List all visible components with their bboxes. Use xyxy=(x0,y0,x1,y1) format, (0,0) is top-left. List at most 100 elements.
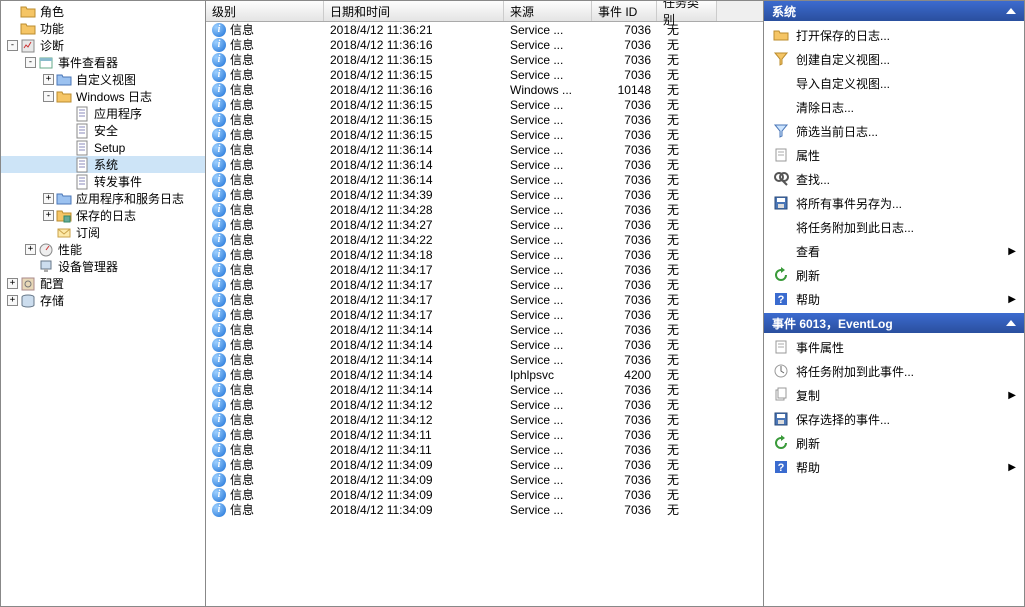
table-row[interactable]: i信息2018/4/12 11:36:16Service ...7036无 xyxy=(206,37,763,52)
table-row[interactable]: i信息2018/4/12 11:34:11Service ...7036无 xyxy=(206,427,763,442)
action-查找...[interactable]: 查找... xyxy=(764,167,1024,191)
tree-node-诊断[interactable]: -诊断 xyxy=(1,37,205,54)
tree-node-系统[interactable]: 系统 xyxy=(1,156,205,173)
table-row[interactable]: i信息2018/4/12 11:34:14Iphlpsvc4200无 xyxy=(206,367,763,382)
action-将所有事件另存为...[interactable]: 将所有事件另存为... xyxy=(764,191,1024,215)
tree-node-事件查看器[interactable]: -事件查看器 xyxy=(1,54,205,71)
action-刷新[interactable]: 刷新 xyxy=(764,263,1024,287)
table-row[interactable]: i信息2018/4/12 11:36:14Service ...7036无 xyxy=(206,157,763,172)
tree-node-应用程序[interactable]: 应用程序 xyxy=(1,105,205,122)
action-查看[interactable]: 查看▶ xyxy=(764,239,1024,263)
tree-node-Windows 日志[interactable]: -Windows 日志 xyxy=(1,88,205,105)
expander-icon[interactable]: + xyxy=(25,244,36,255)
table-row[interactable]: i信息2018/4/12 11:36:15Service ...7036无 xyxy=(206,127,763,142)
tree-node-安全[interactable]: 安全 xyxy=(1,122,205,139)
cell-id: 7036 xyxy=(592,23,657,37)
table-row[interactable]: i信息2018/4/12 11:34:09Service ...7036无 xyxy=(206,472,763,487)
tree-node-Setup[interactable]: Setup xyxy=(1,139,205,156)
action-保存选择的事件...[interactable]: 保存选择的事件... xyxy=(764,407,1024,431)
table-row[interactable]: i信息2018/4/12 11:34:14Service ...7036无 xyxy=(206,337,763,352)
action-复制[interactable]: 复制▶ xyxy=(764,383,1024,407)
table-row[interactable]: i信息2018/4/12 11:34:17Service ...7036无 xyxy=(206,292,763,307)
action-刷新[interactable]: 刷新 xyxy=(764,431,1024,455)
log-icon xyxy=(74,157,90,173)
table-row[interactable]: i信息2018/4/12 11:34:14Service ...7036无 xyxy=(206,382,763,397)
info-icon: i xyxy=(212,98,226,112)
col-header-level[interactable]: 级别 xyxy=(206,1,324,21)
table-row[interactable]: i信息2018/4/12 11:34:27Service ...7036无 xyxy=(206,217,763,232)
expander-icon[interactable]: - xyxy=(7,40,18,51)
cell-source: Windows ... xyxy=(504,83,592,97)
action-将任务附加到此事件...[interactable]: 将任务附加到此事件... xyxy=(764,359,1024,383)
table-row[interactable]: i信息2018/4/12 11:36:21Service ...7036无 xyxy=(206,22,763,37)
expander-icon[interactable]: - xyxy=(43,91,54,102)
table-row[interactable]: i信息2018/4/12 11:36:14Service ...7036无 xyxy=(206,172,763,187)
table-row[interactable]: i信息2018/4/12 11:36:15Service ...7036无 xyxy=(206,52,763,67)
expander-icon[interactable]: + xyxy=(43,74,54,85)
expander-icon[interactable]: + xyxy=(43,210,54,221)
tree-label: 应用程序 xyxy=(92,105,144,122)
tree-node-存储[interactable]: +存储 xyxy=(1,292,205,309)
cell-source: Service ... xyxy=(504,188,592,202)
subscribe-icon xyxy=(56,225,72,241)
table-row[interactable]: i信息2018/4/12 11:36:16Windows ...10148无 xyxy=(206,82,763,97)
action-创建自定义视图...[interactable]: 创建自定义视图... xyxy=(764,47,1024,71)
table-row[interactable]: i信息2018/4/12 11:34:22Service ...7036无 xyxy=(206,232,763,247)
section-header-section2[interactable]: 事件 6013，EventLog xyxy=(764,313,1024,333)
expander-icon[interactable]: + xyxy=(7,278,18,289)
tree-node-自定义视图[interactable]: +自定义视图 xyxy=(1,71,205,88)
expander-icon[interactable]: + xyxy=(43,193,54,204)
info-icon: i xyxy=(212,503,226,517)
col-header-cat[interactable]: 任务类别 xyxy=(657,1,717,21)
tree-node-转发事件[interactable]: 转发事件 xyxy=(1,173,205,190)
action-帮助[interactable]: ?帮助▶ xyxy=(764,455,1024,479)
table-row[interactable]: i信息2018/4/12 11:34:11Service ...7036无 xyxy=(206,442,763,457)
tree-node-订阅[interactable]: 订阅 xyxy=(1,224,205,241)
expander-icon[interactable]: - xyxy=(25,57,36,68)
tree-node-保存的日志[interactable]: +保存的日志 xyxy=(1,207,205,224)
action-打开保存的日志...[interactable]: 打开保存的日志... xyxy=(764,23,1024,47)
table-row[interactable]: i信息2018/4/12 11:34:12Service ...7036无 xyxy=(206,397,763,412)
grid-body[interactable]: i信息2018/4/12 11:36:21Service ...7036无i信息… xyxy=(206,22,763,606)
table-row[interactable]: i信息2018/4/12 11:34:17Service ...7036无 xyxy=(206,307,763,322)
table-row[interactable]: i信息2018/4/12 11:34:28Service ...7036无 xyxy=(206,202,763,217)
table-row[interactable]: i信息2018/4/12 11:34:39Service ...7036无 xyxy=(206,187,763,202)
action-帮助[interactable]: ?帮助▶ xyxy=(764,287,1024,311)
action-属性[interactable]: 属性 xyxy=(764,143,1024,167)
col-header-date[interactable]: 日期和时间 xyxy=(324,1,504,21)
table-row[interactable]: i信息2018/4/12 11:34:14Service ...7036无 xyxy=(206,352,763,367)
table-row[interactable]: i信息2018/4/12 11:34:17Service ...7036无 xyxy=(206,277,763,292)
tree-node-功能[interactable]: 功能 xyxy=(1,20,205,37)
tree-node-应用程序和服务日志[interactable]: +应用程序和服务日志 xyxy=(1,190,205,207)
action-label: 将任务附加到此日志... xyxy=(796,219,914,236)
table-row[interactable]: i信息2018/4/12 11:34:18Service ...7036无 xyxy=(206,247,763,262)
expander-icon[interactable]: + xyxy=(7,295,18,306)
action-pane: 系统打开保存的日志...创建自定义视图...导入自定义视图...清除日志...筛… xyxy=(764,1,1024,606)
table-row[interactable]: i信息2018/4/12 11:36:14Service ...7036无 xyxy=(206,142,763,157)
table-row[interactable]: i信息2018/4/12 11:34:17Service ...7036无 xyxy=(206,262,763,277)
table-row[interactable]: i信息2018/4/12 11:34:09Service ...7036无 xyxy=(206,457,763,472)
table-row[interactable]: i信息2018/4/12 11:34:09Service ...7036无 xyxy=(206,502,763,517)
table-row[interactable]: i信息2018/4/12 11:34:14Service ...7036无 xyxy=(206,322,763,337)
tree-node-配置[interactable]: +配置 xyxy=(1,275,205,292)
tree-node-角色[interactable]: 角色 xyxy=(1,3,205,20)
tree-node-设备管理器[interactable]: 设备管理器 xyxy=(1,258,205,275)
col-header-source[interactable]: 来源 xyxy=(504,1,592,21)
table-row[interactable]: i信息2018/4/12 11:34:09Service ...7036无 xyxy=(206,487,763,502)
table-row[interactable]: i信息2018/4/12 11:34:12Service ...7036无 xyxy=(206,412,763,427)
action-筛选当前日志...[interactable]: 筛选当前日志... xyxy=(764,119,1024,143)
cell-source: Service ... xyxy=(504,338,592,352)
action-将任务附加到此日志...[interactable]: 将任务附加到此日志... xyxy=(764,215,1024,239)
cell-date: 2018/4/12 11:36:21 xyxy=(324,23,504,37)
action-导入自定义视图...[interactable]: 导入自定义视图... xyxy=(764,71,1024,95)
table-row[interactable]: i信息2018/4/12 11:36:15Service ...7036无 xyxy=(206,97,763,112)
action-事件属性[interactable]: 事件属性 xyxy=(764,335,1024,359)
col-header-id[interactable]: 事件 ID xyxy=(592,1,657,21)
table-row[interactable]: i信息2018/4/12 11:36:15Service ...7036无 xyxy=(206,67,763,82)
info-icon: i xyxy=(212,308,226,322)
table-row[interactable]: i信息2018/4/12 11:36:15Service ...7036无 xyxy=(206,112,763,127)
cell-date: 2018/4/12 11:34:28 xyxy=(324,203,504,217)
action-清除日志...[interactable]: 清除日志... xyxy=(764,95,1024,119)
tree-node-性能[interactable]: +性能 xyxy=(1,241,205,258)
section-header-section1[interactable]: 系统 xyxy=(764,1,1024,21)
